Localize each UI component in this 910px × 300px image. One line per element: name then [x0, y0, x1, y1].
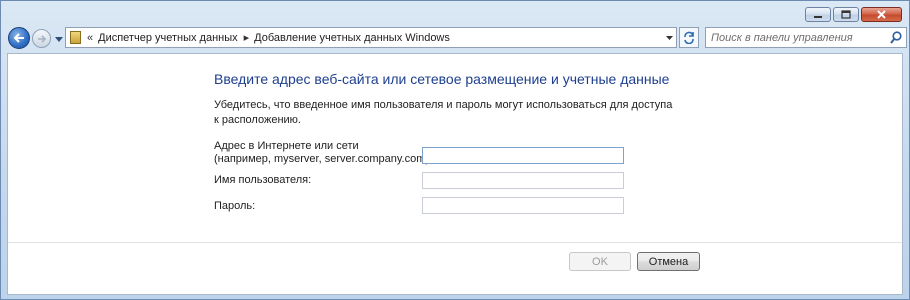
address-label: Адрес в Интернете или сети (например, my…: [214, 140, 432, 166]
description-text: Убедитесь, что введенное имя пользовател…: [214, 99, 673, 126]
maximize-icon: [841, 10, 851, 19]
address-label-line1: Адрес в Интернете или сети: [214, 140, 359, 152]
address-label-line2: (например, myserver, server.company.com)…: [214, 153, 433, 165]
close-icon: [877, 9, 886, 19]
username-label: Имя пользователя:: [214, 174, 312, 186]
caption-buttons: [803, 7, 902, 22]
password-field[interactable]: [422, 197, 624, 214]
cancel-button[interactable]: Отмена: [637, 252, 700, 271]
password-label: Пароль:: [214, 200, 256, 212]
content-pane: Введите адрес веб-сайта или сетевое разм…: [7, 53, 903, 295]
breadcrumb-overflow[interactable]: «: [87, 32, 93, 44]
refresh-button[interactable]: [679, 27, 699, 48]
forward-button[interactable]: [32, 29, 51, 48]
username-field[interactable]: [422, 172, 624, 189]
minimize-icon: [814, 15, 822, 18]
address-field[interactable]: [422, 147, 624, 164]
arrow-right-icon: [37, 34, 46, 43]
ok-button[interactable]: OK: [569, 252, 631, 271]
search-input[interactable]: [711, 31, 886, 44]
breadcrumb-item-credential-manager[interactable]: Диспетчер учетных данных: [98, 32, 238, 44]
search-icon: [890, 31, 902, 44]
close-button[interactable]: [861, 7, 902, 22]
page-title: Введите адрес веб-сайта или сетевое разм…: [214, 71, 670, 87]
control-panel-icon: [70, 31, 81, 44]
breadcrumb-separator[interactable]: ▸: [244, 31, 250, 44]
control-panel-window: « Диспетчер учетных данных ▸ Добавление …: [0, 0, 910, 300]
chevron-down-icon: [665, 35, 673, 40]
refresh-icon: [684, 31, 694, 44]
search-box[interactable]: [705, 27, 907, 48]
address-bar[interactable]: « Диспетчер учетных данных ▸ Добавление …: [65, 27, 677, 48]
back-button[interactable]: [8, 27, 30, 49]
address-dropdown-button[interactable]: [662, 28, 676, 47]
maximize-button[interactable]: [833, 7, 859, 22]
search-button[interactable]: [890, 31, 902, 47]
recent-pages-button[interactable]: [54, 34, 64, 44]
divider: [8, 242, 902, 243]
arrow-left-icon: [13, 33, 24, 43]
breadcrumb-item-add-credentials[interactable]: Добавление учетных данных Windows: [254, 32, 450, 44]
minimize-button[interactable]: [805, 7, 831, 22]
chevron-down-icon: [55, 36, 63, 42]
